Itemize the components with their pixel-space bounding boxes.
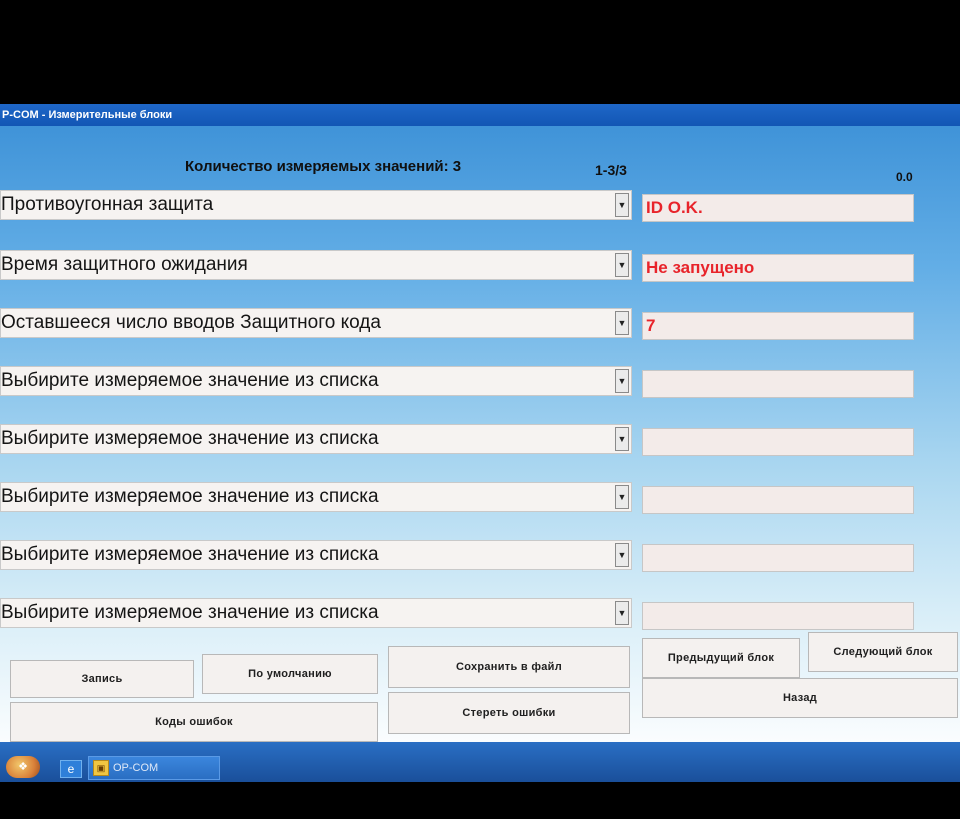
measure-value	[642, 544, 914, 572]
measure-select-label: Выбирите измеряемое значение из списка	[1, 486, 379, 507]
page-indicator: 1-3/3	[595, 162, 627, 178]
taskbar-app-button[interactable]: ▣ OP-COM	[88, 756, 220, 780]
measure-value	[642, 486, 914, 514]
measure-row: Время защитного ожидания ▼ Не запущено	[0, 250, 960, 284]
measure-select-label: Выбирите измеряемое значение из списка	[1, 602, 379, 623]
default-button[interactable]: По умолчанию	[202, 654, 378, 694]
measure-select-label: Оставшееся число вводов Защитного кода	[1, 312, 381, 333]
chevron-down-icon[interactable]: ▼	[615, 193, 629, 217]
error-codes-button[interactable]: Коды ошибок	[10, 702, 378, 742]
measure-select-label: Время защитного ожидания	[1, 254, 248, 275]
clear-errors-button[interactable]: Стереть ошибки	[388, 692, 630, 734]
window-titlebar[interactable]: P-COM - Измерительные блоки	[0, 104, 960, 126]
chevron-down-icon[interactable]: ▼	[615, 427, 629, 451]
chevron-down-icon[interactable]: ▼	[615, 601, 629, 625]
measure-select-label: Противоугонная защита	[1, 194, 214, 215]
app-icon: ▣	[93, 760, 109, 776]
measure-row: Выбирите измеряемое значение из списка ▼	[0, 598, 960, 632]
measure-select[interactable]: Противоугонная защита ▼	[0, 190, 632, 220]
measure-row: Выбирите измеряемое значение из списка ▼	[0, 366, 960, 400]
measure-row: Выбирите измеряемое значение из списка ▼	[0, 540, 960, 574]
measure-value: ID O.K.	[642, 194, 914, 222]
measure-select[interactable]: Время защитного ожидания ▼	[0, 250, 632, 280]
app-window: P-COM - Измерительные блоки Количество и…	[0, 104, 960, 760]
prev-block-button[interactable]: Предыдущий блок	[642, 638, 800, 678]
measure-select[interactable]: Выбирите измеряемое значение из списка ▼	[0, 540, 632, 570]
measured-count-label: Количество измеряемых значений: 3	[185, 158, 462, 175]
next-block-button[interactable]: Следующий блок	[808, 632, 958, 672]
start-orb-icon[interactable]: ❖	[6, 756, 40, 778]
measure-value	[642, 602, 914, 630]
save-to-file-button[interactable]: Сохранить в файл	[388, 646, 630, 688]
measure-row: Противоугонная защита ▼ ID O.K.	[0, 190, 960, 224]
measure-value: Не запущено	[642, 254, 914, 282]
header: Количество измеряемых значений: 3 1-3/3 …	[0, 126, 960, 184]
measure-value	[642, 428, 914, 456]
chevron-down-icon[interactable]: ▼	[615, 369, 629, 393]
measure-row: Оставшееся число вводов Защитного кода ▼…	[0, 308, 960, 342]
taskbar: ❖ e ▣ OP-COM	[0, 742, 960, 782]
chevron-down-icon[interactable]: ▼	[615, 485, 629, 509]
measure-value: 7	[642, 312, 914, 340]
measure-select[interactable]: Выбирите измеряемое значение из списка ▼	[0, 482, 632, 512]
browser-icon[interactable]: e	[60, 760, 82, 778]
measure-select-label: Выбирите измеряемое значение из списка	[1, 428, 379, 449]
record-button[interactable]: Запись	[10, 660, 194, 698]
measure-select[interactable]: Оставшееся число вводов Защитного кода ▼	[0, 308, 632, 338]
taskbar-app-label: OP-COM	[113, 762, 159, 774]
time-indicator: 0.0	[896, 170, 913, 184]
measure-row: Выбирите измеряемое значение из списка ▼	[0, 482, 960, 516]
measure-select[interactable]: Выбирите измеряемое значение из списка ▼	[0, 598, 632, 628]
measure-select-label: Выбирите измеряемое значение из списка	[1, 370, 379, 391]
measure-row: Выбирите измеряемое значение из списка ▼	[0, 424, 960, 458]
chevron-down-icon[interactable]: ▼	[615, 311, 629, 335]
measure-select[interactable]: Выбирите измеряемое значение из списка ▼	[0, 424, 632, 454]
chevron-down-icon[interactable]: ▼	[615, 543, 629, 567]
back-button[interactable]: Назад	[642, 678, 958, 718]
measure-select-label: Выбирите измеряемое значение из списка	[1, 544, 379, 565]
window-title: P-COM - Измерительные блоки	[2, 109, 173, 121]
measure-value	[642, 370, 914, 398]
chevron-down-icon[interactable]: ▼	[615, 253, 629, 277]
measure-select[interactable]: Выбирите измеряемое значение из списка ▼	[0, 366, 632, 396]
